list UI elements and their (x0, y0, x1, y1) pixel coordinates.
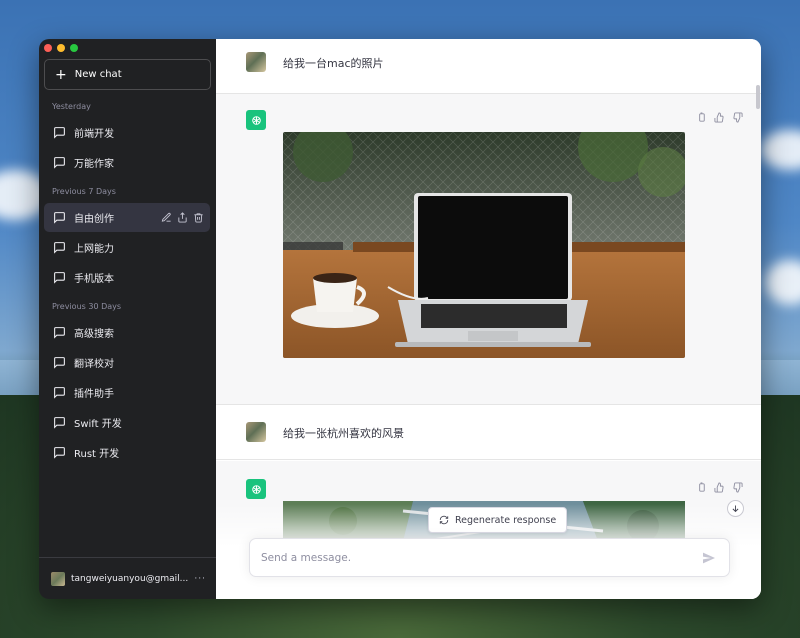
more-options-icon: ··· (194, 573, 206, 584)
sidebar-item[interactable]: Swift 开发 (44, 408, 210, 437)
user-message: 给我一台mac的照片 (216, 39, 761, 94)
user-message: 给我一张杭州喜欢的风景 (216, 405, 761, 460)
zoom-window-button[interactable] (70, 44, 78, 52)
sidebar: + New chat Yesterday 前端开发 万能作家 Previous … (39, 39, 216, 599)
sidebar-item-label: Rust 开发 (74, 449, 120, 460)
chat-bubble-icon (54, 157, 65, 169)
sidebar-item[interactable]: 翻译校对 (44, 348, 210, 377)
copy-icon[interactable] (696, 482, 707, 493)
share-icon[interactable] (177, 212, 188, 223)
message-actions (696, 112, 743, 123)
sidebar-item[interactable]: 手机版本 (44, 263, 210, 292)
sidebar-item[interactable]: 插件助手 (44, 378, 210, 407)
chat-item-actions (161, 212, 204, 223)
thumbs-down-icon[interactable] (732, 482, 743, 493)
sidebar-item[interactable]: 万能作家 (44, 148, 210, 177)
sidebar-item-label: 自由创作 (74, 214, 114, 225)
sidebar-item-label: Swift 开发 (74, 419, 122, 430)
regenerate-response-button[interactable]: Regenerate response (428, 507, 568, 533)
send-icon[interactable] (701, 550, 717, 566)
arrow-down-icon (732, 505, 739, 513)
sidebar-item-label: 手机版本 (74, 274, 114, 285)
assistant-message (216, 94, 761, 405)
thumbs-up-icon[interactable] (714, 482, 725, 493)
scroll-to-bottom-button[interactable] (727, 500, 744, 517)
thumbs-down-icon[interactable] (732, 112, 743, 123)
copy-icon[interactable] (696, 112, 707, 123)
chat-bubble-icon (54, 327, 65, 339)
chat-bubble-icon (54, 357, 65, 369)
user-message-text: 给我一台mac的照片 (283, 57, 384, 70)
chat-bubble-icon (54, 447, 65, 459)
regenerate-label: Regenerate response (455, 514, 557, 526)
section-label-previous-30-days: Previous 30 Days (52, 302, 122, 311)
thumbs-up-icon[interactable] (714, 112, 725, 123)
refresh-icon (439, 515, 449, 525)
user-message-text: 给我一张杭州喜欢的风景 (283, 427, 404, 440)
sidebar-item[interactable]: 上网能力 (44, 233, 210, 262)
chat-bubble-icon (54, 387, 65, 399)
user-avatar (246, 52, 266, 72)
chat-bubble-icon (54, 212, 65, 224)
desktop-cloud (760, 130, 800, 170)
section-label-yesterday: Yesterday (52, 102, 91, 111)
section-label-previous-7-days: Previous 7 Days (52, 187, 116, 196)
user-avatar (246, 422, 266, 442)
conversation-pane: 给我一台mac的照片 给我一张杭州喜欢的风景 Regenerate respon… (216, 39, 761, 599)
new-chat-button[interactable]: + New chat (44, 59, 211, 90)
openai-logo-icon (246, 110, 266, 130)
chat-bubble-icon (54, 272, 65, 284)
account-menu-button[interactable]: tangweiyuanyou@gmail... ··· (39, 557, 216, 599)
message-input[interactable] (261, 551, 701, 564)
chatgpt-window: + New chat Yesterday 前端开发 万能作家 Previous … (39, 39, 761, 599)
account-email: tangweiyuanyou@gmail... (71, 573, 189, 584)
scrollbar-thumb[interactable] (756, 85, 760, 109)
chat-bubble-icon (54, 417, 65, 429)
desktop-cloud (765, 260, 800, 305)
avatar (51, 571, 65, 586)
plus-icon: + (55, 66, 67, 83)
window-controls (44, 44, 78, 52)
sidebar-item-label: 翻译校对 (74, 359, 114, 370)
edit-icon[interactable] (161, 212, 172, 223)
sidebar-item-label: 上网能力 (74, 244, 114, 255)
sidebar-item-label: 万能作家 (74, 159, 114, 170)
sidebar-item[interactable]: 高级搜索 (44, 318, 210, 347)
message-composer (249, 538, 730, 577)
sidebar-item-label: 高级搜索 (74, 329, 114, 340)
sidebar-item[interactable]: 前端开发 (44, 118, 210, 147)
minimize-window-button[interactable] (57, 44, 65, 52)
message-actions (696, 482, 743, 493)
trash-icon[interactable] (193, 212, 204, 223)
sidebar-item[interactable]: Rust 开发 (44, 438, 210, 467)
close-window-button[interactable] (44, 44, 52, 52)
generated-image-macbook[interactable] (283, 132, 685, 358)
sidebar-item-label: 前端开发 (74, 129, 114, 140)
openai-logo-icon (246, 479, 266, 499)
chat-bubble-icon (54, 242, 65, 254)
new-chat-label: New chat (74, 69, 122, 80)
sidebar-item-label: 插件助手 (74, 389, 114, 400)
sidebar-item-active[interactable]: 自由创作 (44, 203, 210, 232)
chat-bubble-icon (54, 127, 65, 139)
